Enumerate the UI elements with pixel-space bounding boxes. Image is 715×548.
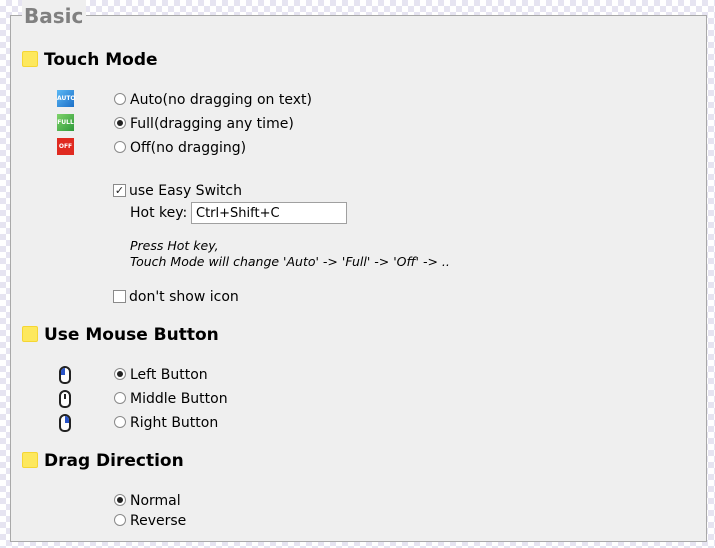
touch-mode-full-radio[interactable] (114, 117, 126, 129)
auto-mode-icon: AUTO (57, 90, 76, 107)
drag-direction-title: Drag Direction (44, 451, 184, 471)
off-mode-icon: OFF (57, 138, 74, 155)
touch-mode-off-label: Off(no dragging) (130, 140, 247, 156)
drag-normal-option[interactable]: Normal (114, 491, 181, 511)
touch-mode-off-radio[interactable] (114, 141, 126, 153)
left-button-radio[interactable] (114, 368, 126, 380)
hint-line-2: Touch Mode will change 'Auto' -> 'Full' … (130, 254, 450, 269)
touch-mode-auto-option[interactable]: Auto(no dragging on text) (114, 90, 312, 110)
touch-mode-off-option[interactable]: Off(no dragging) (114, 138, 246, 158)
touch-mode-section-title: Touch Mode (22, 49, 158, 71)
right-button-radio[interactable] (114, 416, 126, 428)
right-button-label: Right Button (130, 415, 219, 431)
hotkey-input[interactable] (191, 202, 347, 224)
section-bullet-icon (22, 50, 38, 67)
middle-button-radio[interactable] (114, 392, 126, 404)
easy-switch-label: use Easy Switch (129, 183, 242, 199)
mouse-button-section-title: Use Mouse Button (22, 324, 219, 346)
dont-show-icon-option[interactable]: don't show icon (113, 287, 239, 307)
easy-switch-checkbox[interactable]: ✓ (113, 183, 126, 197)
basic-legend: Basic (22, 0, 87, 32)
mouse-button-title: Use Mouse Button (44, 325, 219, 345)
touch-mode-auto-radio[interactable] (114, 93, 126, 105)
dont-show-icon-label: don't show icon (129, 289, 239, 305)
hint-line-1: Press Hot key, (130, 238, 219, 253)
middle-button-label: Middle Button (130, 391, 228, 407)
middle-mouse-button-icon (59, 390, 71, 408)
section-bullet-icon (22, 325, 38, 342)
drag-reverse-label: Reverse (130, 513, 187, 529)
drag-direction-section-title: Drag Direction (22, 450, 184, 472)
left-button-label: Left Button (130, 367, 208, 383)
left-mouse-button-icon (59, 366, 71, 384)
section-bullet-icon (22, 451, 38, 468)
touch-mode-full-label: Full(dragging any time) (130, 116, 294, 132)
drag-reverse-radio[interactable] (114, 514, 126, 526)
right-button-option[interactable]: Right Button (114, 413, 218, 433)
easy-switch-option[interactable]: ✓ use Easy Switch (113, 181, 242, 201)
drag-reverse-option[interactable]: Reverse (114, 511, 186, 531)
touch-mode-title: Touch Mode (44, 50, 158, 70)
full-mode-icon: FULL (57, 114, 74, 131)
drag-normal-label: Normal (130, 493, 181, 509)
right-mouse-button-icon (59, 414, 71, 432)
hotkey-label: Hot key: (130, 205, 188, 221)
dont-show-icon-checkbox[interactable] (113, 289, 126, 303)
touch-mode-full-option[interactable]: Full(dragging any time) (114, 114, 294, 134)
touch-mode-auto-label: Auto(no dragging on text) (130, 92, 312, 108)
middle-button-option[interactable]: Middle Button (114, 389, 228, 409)
left-button-option[interactable]: Left Button (114, 365, 208, 385)
drag-normal-radio[interactable] (114, 494, 126, 506)
